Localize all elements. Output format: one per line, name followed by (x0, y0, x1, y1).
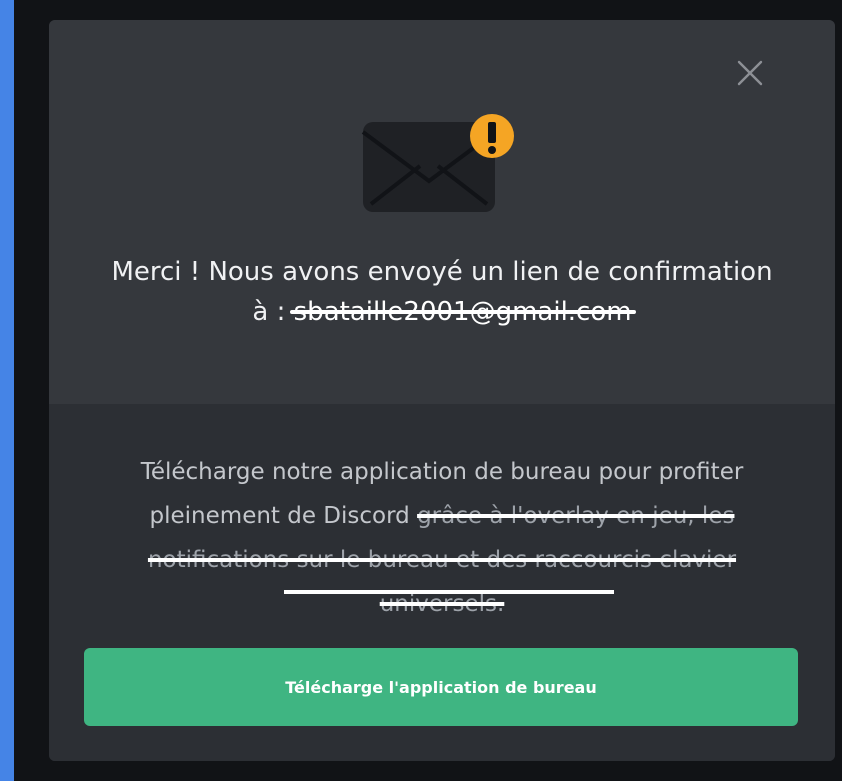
close-icon (737, 60, 763, 86)
confirmation-prefix: à : (252, 297, 294, 327)
redaction-line (284, 590, 614, 594)
download-app-button[interactable]: Télécharge l'application de bureau (84, 648, 798, 726)
confirmation-message: Merci ! Nous avons envoyé un lien de con… (69, 252, 815, 332)
modal-header-section: Merci ! Nous avons envoyé un lien de con… (49, 20, 835, 404)
email-address: sbataille2001@gmail.com (289, 292, 636, 332)
email-redaction-line (289, 310, 636, 314)
email-confirmation-modal: Merci ! Nous avons envoyé un lien de con… (49, 20, 835, 761)
download-message: Télécharge notre application de bureau p… (85, 450, 799, 626)
confirmation-line-1: Merci ! Nous avons envoyé un lien de con… (111, 257, 773, 287)
close-button[interactable] (733, 56, 767, 90)
warning-icon (470, 114, 514, 158)
mail-illustration (355, 108, 521, 220)
confirmation-line-2: à : sbataille2001@gmail.com (69, 292, 815, 332)
screenshot-frame: Merci ! Nous avons envoyé un lien de con… (14, 0, 842, 781)
